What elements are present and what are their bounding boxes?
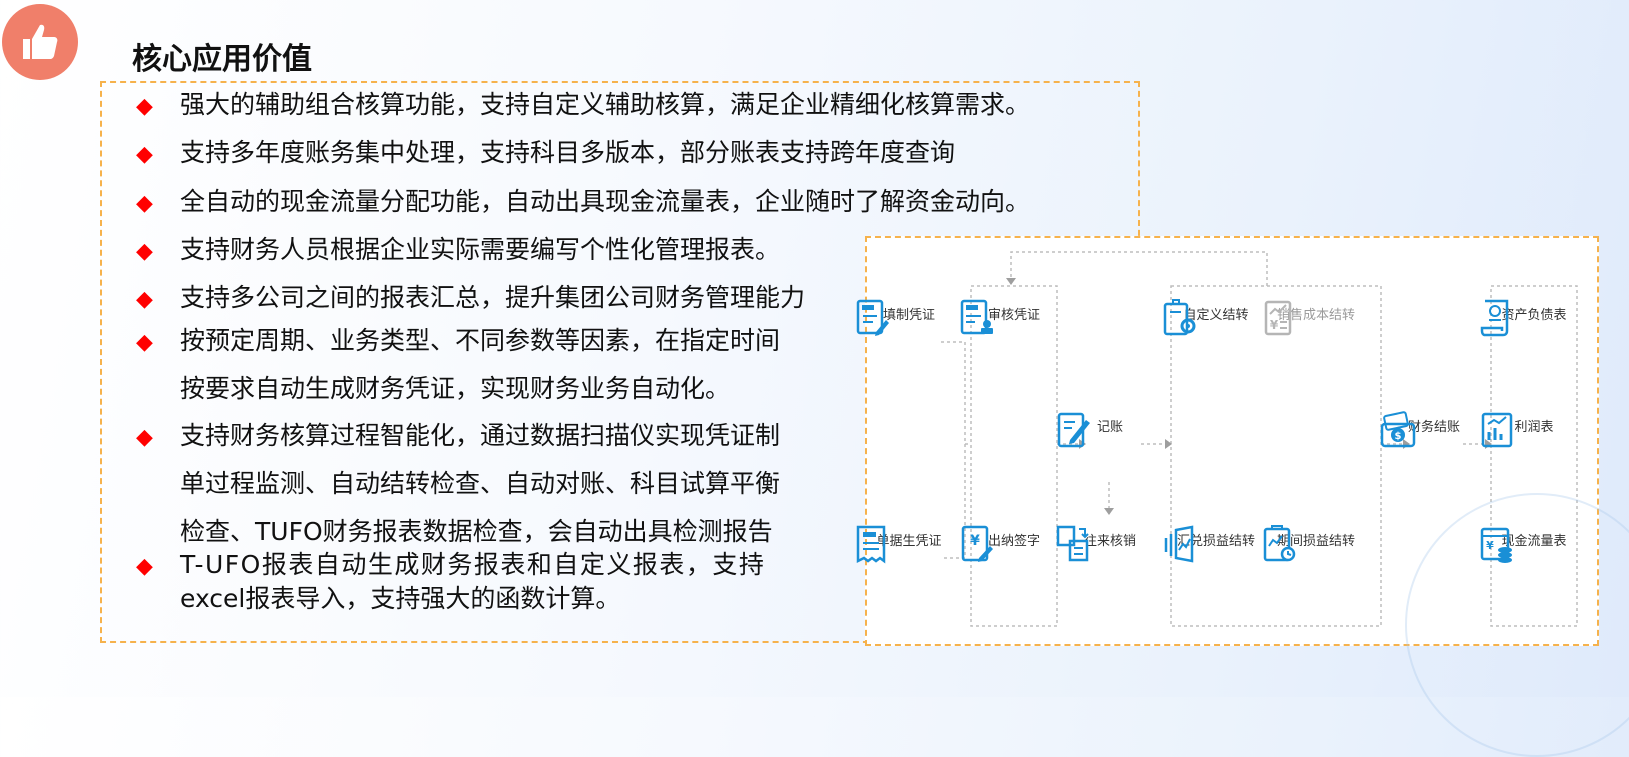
- feature-line: 支持多公司之间的报表汇总，提升集团公司财务管理能力: [180, 283, 806, 312]
- voucher-edit-icon: [856, 299, 889, 336]
- flow-node-cashier-sign: ¥ 出纳签字: [959, 524, 1069, 562]
- feature-line: 检查、TUFO财务报表数据检查，会自动出具检测报告: [180, 517, 773, 546]
- bullet-diamond: ◆: [136, 554, 153, 579]
- feature-line: 单过程监测、自动结转检查、自动对账、科目试算平衡: [180, 469, 781, 498]
- balance-sheet-icon: [1480, 299, 1509, 337]
- flow-node-reconcile: 往来核销: [1055, 524, 1165, 562]
- sales-cost-icon: ¥: [1264, 300, 1292, 336]
- flow-node-income-statement: 利润表: [1479, 410, 1589, 448]
- feature-line: 支持财务核算过程智能化，通过数据扫描仪实现凭证制: [180, 421, 781, 450]
- flow-node-review-voucher: 审核凭证: [959, 298, 1069, 335]
- feature-line: 按预定周期、业务类型、不同参数等因素，在指定时间: [180, 326, 781, 355]
- feature-line: 强大的辅助组合核算功能，支持自定义辅助核算，满足企业精细化核算需求。: [180, 90, 1031, 119]
- flow-node-fx-transfer: 汇兑损益结转: [1161, 524, 1271, 563]
- custom-transfer-icon: [1163, 299, 1196, 336]
- feature-line: 支持财务人员根据企业实际需要编写个性化管理报表。: [180, 235, 781, 264]
- fx-transfer-icon: [1164, 525, 1194, 563]
- feature-line: 支持多年度账务集中处理，支持科目多版本，部分账表支持跨年度查询: [180, 138, 956, 167]
- feature-line: 按要求自动生成财务凭证，实现财务业务自动化。: [180, 374, 731, 403]
- period-transfer-icon: [1263, 525, 1296, 562]
- flow-node-closing: $ 财务结账: [1379, 410, 1489, 448]
- bullet-diamond: ◆: [136, 287, 153, 312]
- flow-node-custom-transfer: 自定义结转: [1161, 298, 1271, 336]
- bullet-diamond: ◆: [136, 330, 153, 355]
- bill-voucher-icon: [856, 525, 886, 564]
- closing-icon: $: [1380, 411, 1416, 448]
- ledger-post-icon: [1057, 412, 1090, 448]
- page-title: 核心应用价值: [132, 42, 312, 77]
- feature-line: excel报表导入，支持强大的函数计算。: [180, 584, 621, 613]
- flow-node-sales-cost-transfer: ¥ 销售成本结转: [1261, 298, 1371, 336]
- bullet-diamond: ◆: [136, 191, 153, 216]
- feature-line: T-UFO报表自动生成财务报表和自定义报表，支持: [180, 550, 766, 579]
- feature-line: 全自动的现金流量分配功能，自动出具现金流量表，企业随时了解资金动向。: [180, 187, 1031, 216]
- flow-node-balance-sheet: 资产负债表: [1479, 298, 1589, 337]
- svg-text:¥: ¥: [970, 533, 980, 549]
- flow-node-post: 记账: [1055, 410, 1165, 448]
- flow-node-bill-voucher: 单据生凭证: [854, 524, 964, 564]
- flow-node-period-transfer: 期间损益结转: [1261, 524, 1371, 562]
- bullet-diamond: ◆: [136, 425, 153, 450]
- bullet-diamond: ◆: [136, 94, 153, 119]
- voucher-review-icon: [960, 299, 993, 335]
- cashier-sign-icon: ¥: [961, 525, 993, 562]
- income-statement-icon: [1481, 412, 1513, 448]
- bullet-diamond: ◆: [136, 239, 153, 264]
- reconcile-icon: [1056, 525, 1089, 562]
- flow-node-fill-voucher: 填制凭证: [854, 298, 964, 336]
- thumbs-up-icon: [2, 4, 78, 80]
- bullet-diamond: ◆: [136, 142, 153, 167]
- svg-text:$: $: [1395, 431, 1402, 442]
- svg-text:¥: ¥: [1270, 318, 1279, 332]
